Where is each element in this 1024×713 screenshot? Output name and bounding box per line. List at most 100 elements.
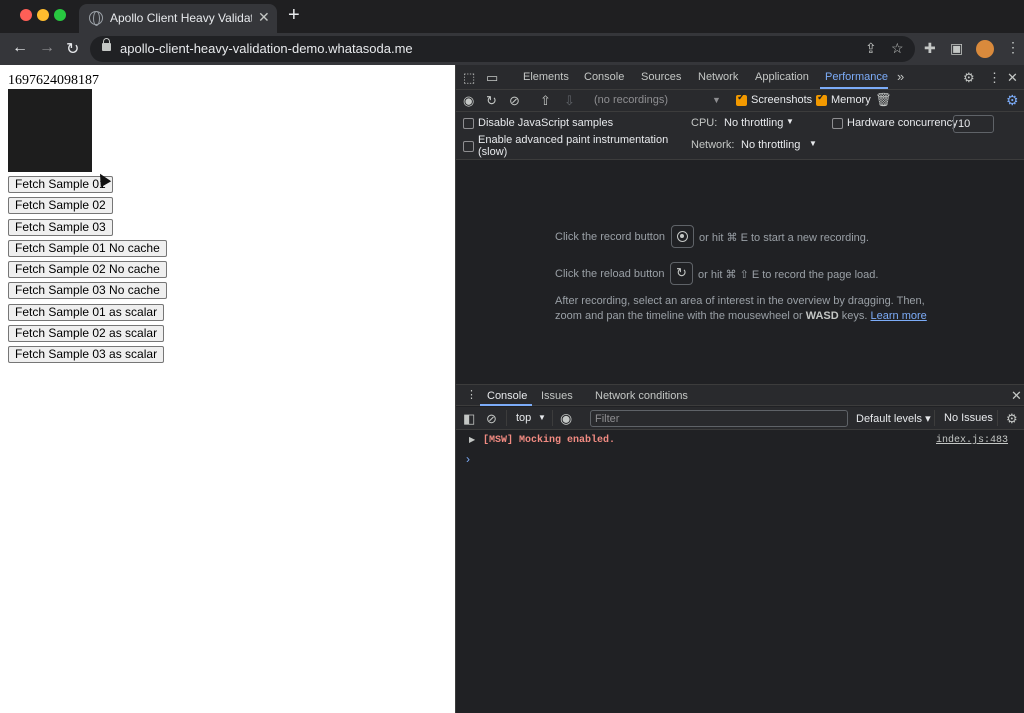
url-text[interactable]: apollo-client-heavy-validation-demo.what… (120, 41, 413, 56)
browser-window: Apollo Client Heavy Validation ✕ + ← → ↻… (0, 0, 1024, 713)
log-source-link[interactable]: index.js:483 (936, 435, 1008, 446)
side-panel-icon[interactable]: ▣ (950, 40, 963, 57)
tab-application[interactable]: Application (755, 71, 809, 83)
cpu-throttling-select[interactable]: No throttling (724, 117, 783, 129)
download-icon[interactable]: ⇩ (564, 93, 575, 109)
tab-performance[interactable]: Performance (825, 71, 888, 83)
clear-icon[interactable]: ⊘ (509, 93, 520, 109)
hardware-concurrency-checkbox[interactable] (832, 118, 843, 129)
network-throttling-select[interactable]: No throttling (741, 139, 800, 151)
tab-elements[interactable]: Elements (523, 71, 569, 83)
drawer-menu-icon[interactable]: ⋮ (466, 388, 477, 401)
memory-checkbox[interactable] (816, 92, 827, 106)
tab-title: Apollo Client Heavy Validation (110, 11, 252, 25)
fetch-button-list: Fetch Sample 01 Fetch Sample 02 Fetch Sa… (8, 176, 167, 368)
screenshots-label: Screenshots (751, 94, 813, 106)
fetch-sample-03-scalar-button[interactable]: Fetch Sample 03 as scalar (8, 346, 165, 364)
fetch-sample-03-button[interactable]: Fetch Sample 03 (8, 218, 113, 236)
context-select[interactable]: top (516, 412, 531, 424)
more-tabs-icon[interactable]: » (897, 69, 904, 84)
timestamp-text: 1697624098187 (8, 73, 99, 88)
divider (997, 410, 998, 426)
hardware-concurrency-input[interactable]: 10 (953, 115, 994, 133)
landing-reload-button[interactable]: ↻ (670, 262, 693, 285)
reload-record-icon[interactable]: ↻ (486, 93, 497, 109)
issues-count[interactable]: No Issues (944, 412, 993, 424)
fetch-sample-01-no-cache-button[interactable]: Fetch Sample 01 No cache (8, 239, 167, 257)
fetch-sample-02-scalar-button[interactable]: Fetch Sample 02 as scalar (8, 325, 165, 343)
expand-caret-icon[interactable]: ▶ (469, 435, 475, 444)
tab-network[interactable]: Network (698, 71, 738, 83)
dark-square (8, 89, 92, 172)
record-icon (677, 231, 688, 242)
chevron-down-icon: ▼ (786, 117, 794, 126)
default-levels-select[interactable]: Default levels ▾ (856, 412, 931, 425)
fetch-sample-01-scalar-button[interactable]: Fetch Sample 01 as scalar (8, 303, 165, 321)
lock-icon[interactable] (102, 38, 111, 51)
after-recording-line-2: zoom and pan the timeline with the mouse… (555, 310, 803, 322)
network-label: Network: (691, 139, 735, 151)
recordings-select[interactable]: (no recordings) (594, 94, 720, 106)
console-settings-gear-icon[interactable]: ⚙ (1006, 411, 1018, 427)
clear-console-icon[interactable]: ⊘ (486, 411, 497, 427)
bookmark-star-icon[interactable]: ☆ (891, 40, 904, 57)
close-window-button[interactable] (20, 9, 32, 21)
disable-js-samples-label: Disable JavaScript samples (478, 117, 614, 129)
drawer-tab-issues[interactable]: Issues (541, 390, 573, 402)
advanced-paint-checkbox[interactable] (463, 141, 474, 152)
disable-js-samples-checkbox[interactable] (463, 118, 474, 129)
record-icon[interactable]: ◉ (463, 93, 474, 109)
drawer-tab-network-conditions[interactable]: Network conditions (595, 390, 688, 402)
reload-icon[interactable]: ↻ (66, 39, 79, 59)
title-bar: Apollo Client Heavy Validation ✕ + (0, 0, 1024, 33)
landing-record-button[interactable] (671, 225, 694, 248)
drawer-active-indicator (480, 404, 532, 406)
divider (506, 410, 507, 426)
trash-icon[interactable]: 🗑 (875, 92, 892, 108)
drawer-tab-console[interactable]: Console (487, 390, 527, 402)
fetch-sample-02-no-cache-button[interactable]: Fetch Sample 02 No cache (8, 261, 167, 279)
browser-menu-icon[interactable]: ⋮ (1006, 39, 1020, 56)
eye-icon[interactable]: ◉ (560, 410, 572, 427)
console-sidebar-icon[interactable]: ◧ (463, 411, 475, 427)
active-tab-indicator (820, 87, 888, 89)
share-icon[interactable]: ⇪ (865, 40, 877, 57)
extensions-puzzle-icon[interactable]: ✚ (924, 40, 936, 57)
browser-toolbar: ← → ↻ apollo-client-heavy-validation-dem… (0, 33, 1024, 65)
profile-avatar[interactable] (976, 40, 994, 58)
close-drawer-icon[interactable]: ✕ (1011, 388, 1022, 404)
reload-hint-post: or hit ⌘ ⇧ E to record the page load. (698, 269, 879, 281)
performance-toolbar: ◉ ↻ ⊘ ⇧ ⇩ (no recordings) ▼ Screenshots … (456, 90, 1024, 112)
minimize-window-button[interactable] (37, 9, 49, 21)
hardware-concurrency-label: Hardware concurrency (847, 117, 958, 129)
device-toolbar-icon[interactable]: ▭ (486, 70, 498, 86)
capture-settings-gear-icon[interactable]: ⚙ (1006, 92, 1019, 109)
upload-icon[interactable]: ⇧ (540, 93, 551, 109)
forward-arrow-icon[interactable]: → (39, 39, 55, 57)
console-filter-input[interactable]: Filter (590, 410, 848, 427)
inspect-element-icon[interactable]: ⬚ (463, 70, 475, 86)
screenshots-checkbox[interactable] (736, 92, 747, 106)
cpu-label: CPU: (691, 117, 718, 129)
close-devtools-icon[interactable]: ✕ (1007, 70, 1018, 86)
chevron-down-icon: ▼ (712, 95, 721, 105)
console-log-row[interactable]: ▶ [MSW] Mocking enabled. index.js:483 (456, 430, 1024, 451)
console-prompt-icon[interactable]: › (466, 452, 470, 466)
settings-gear-icon[interactable]: ⚙ (963, 70, 975, 86)
learn-more-link[interactable]: Learn more (871, 310, 927, 322)
close-tab-icon[interactable]: ✕ (258, 9, 270, 26)
divider (934, 410, 935, 426)
maximize-window-button[interactable] (54, 9, 66, 21)
record-hint-post: or hit ⌘ E to start a new recording. (699, 232, 869, 244)
address-bar[interactable]: apollo-client-heavy-validation-demo.what… (90, 36, 915, 62)
tab-sources[interactable]: Sources (641, 71, 681, 83)
fetch-sample-03-no-cache-button[interactable]: Fetch Sample 03 No cache (8, 282, 167, 300)
browser-tab[interactable]: Apollo Client Heavy Validation ✕ (79, 4, 277, 33)
filter-placeholder: Filter (595, 413, 620, 425)
after-recording-line-1: After recording, select an area of inter… (555, 295, 925, 307)
new-tab-button[interactable]: + (288, 4, 300, 27)
fetch-sample-02-button[interactable]: Fetch Sample 02 (8, 197, 113, 215)
tab-console[interactable]: Console (584, 71, 624, 83)
back-arrow-icon[interactable]: ← (12, 39, 28, 57)
devtools-menu-icon[interactable]: ⋮ (988, 70, 1001, 86)
